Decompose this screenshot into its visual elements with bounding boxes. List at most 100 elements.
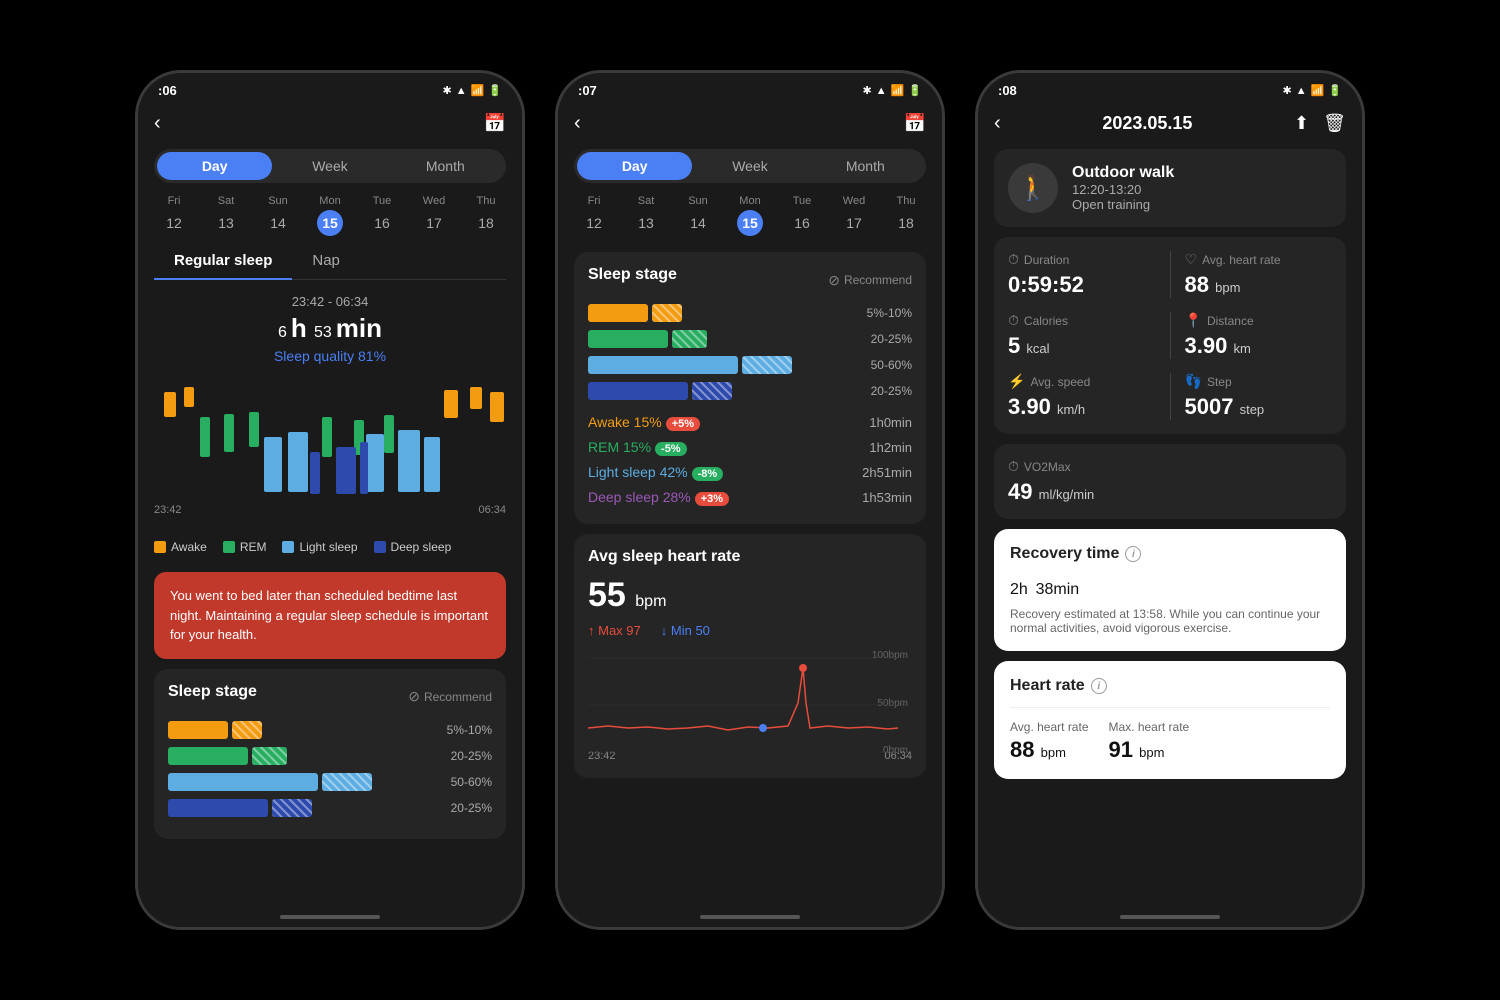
light-pct: 50-60% <box>437 775 492 789</box>
date-item[interactable]: Fri 12 <box>161 195 187 236</box>
tab-week-2[interactable]: Week <box>692 152 807 180</box>
calendar-button-2[interactable]: 📅 <box>904 113 926 134</box>
date-item[interactable]: Sat 13 <box>633 195 659 236</box>
back-button-2[interactable]: ‹ <box>574 112 581 135</box>
phone3-content: ‹ 2023.05.15 ⬆ 🗑 🚶 Outdoor walk 12:20-13… <box>978 104 1362 907</box>
hr-min: ↓ Min 50 <box>661 623 710 638</box>
legend-awake-color <box>154 541 166 553</box>
rem-badge: -5% <box>655 442 687 456</box>
stage-row-light: 50-60% <box>168 773 492 791</box>
date-item[interactable]: Sun 14 <box>685 195 711 236</box>
avg-hr-item: Avg. heart rate 88 bpm <box>1010 720 1089 763</box>
deep-badge: +3% <box>695 492 729 506</box>
deep-bar-solid-2 <box>588 382 688 400</box>
hr-value: 55 bpm <box>588 576 912 615</box>
workout-type: Open training <box>1072 197 1174 212</box>
sleep-stage-card-1: Sleep stage ⊘ Recommend 5%-10% <box>154 669 506 839</box>
home-bar-3 <box>1120 915 1220 919</box>
duration-value: 0:59:52 <box>1008 272 1156 298</box>
workout-details: Outdoor walk 12:20-13:20 Open training <box>1072 164 1174 212</box>
deep-pct-2: 20-25% <box>857 384 912 398</box>
date-item[interactable]: Tue 16 <box>369 195 395 236</box>
chart-start-time: 23:42 <box>154 504 182 516</box>
app-header-2: ‹ 📅 <box>558 104 942 143</box>
hr-info-icon[interactable]: i <box>1091 678 1107 694</box>
sleep-stage-card-2: Sleep stage ⊘ Recommend 5%-10% 20-25% <box>574 252 926 524</box>
status-icons-1: ✱▲📶🔋 <box>442 84 502 97</box>
delete-icon[interactable]: 🗑 <box>1323 113 1346 134</box>
tab-week-1[interactable]: Week <box>272 152 387 180</box>
status-icons-3: ✱▲📶🔋 <box>1282 84 1342 97</box>
tab-day-2[interactable]: Day <box>577 152 692 180</box>
recovery-value: 2h 38min <box>1010 569 1330 601</box>
workout-info-card: 🚶 Outdoor walk 12:20-13:20 Open training <box>994 149 1346 227</box>
tab-day-1[interactable]: Day <box>157 152 272 180</box>
rem-pct-2: 20-25% <box>857 332 912 346</box>
awake-badge: +5% <box>666 417 700 431</box>
date-item[interactable]: Wed 17 <box>841 195 867 236</box>
stat-distance: 📍 Distance 3.90 km <box>1185 312 1333 359</box>
back-button-3[interactable]: ‹ <box>994 112 1001 135</box>
max-hr-card-label: Max. heart rate <box>1109 720 1190 734</box>
date-item[interactable]: Thu 18 <box>473 195 499 236</box>
date-item[interactable]: Thu 18 <box>893 195 919 236</box>
calendar-button-1[interactable]: 📅 <box>484 113 506 134</box>
date-item[interactable]: Tue 16 <box>789 195 815 236</box>
calories-value: 5 kcal <box>1008 333 1156 359</box>
steps-icon: 👣 <box>1185 373 1202 390</box>
sleep-stage-header: Sleep stage ⊘ Recommend <box>168 683 492 711</box>
share-icon[interactable]: ⬆ <box>1294 113 1309 134</box>
deep-time: 1h53min <box>862 490 912 505</box>
tab-selector-2: Day Week Month <box>574 149 926 183</box>
hr-minmax: ↑ Max 97 ↓ Min 50 <box>588 623 912 638</box>
max-hr-item: Max. heart rate 91 bpm <box>1109 720 1190 763</box>
recovery-subtitle: Recovery estimated at 13:58. While you c… <box>1010 607 1330 635</box>
awake-bar-solid <box>168 721 228 739</box>
tab-month-2[interactable]: Month <box>808 152 923 180</box>
location-icon: 📍 <box>1185 312 1202 329</box>
vo2-icon: ⏱ <box>1008 458 1019 475</box>
status-time-1: :06 <box>158 83 177 98</box>
workout-date: 2023.05.15 <box>1102 113 1192 134</box>
sleep-stage-title-2: Sleep stage <box>588 266 677 284</box>
section-tabs-1: Regular sleep Nap <box>154 242 506 280</box>
home-bar-2 <box>700 915 800 919</box>
chart-time-labels-1: 23:42 06:34 <box>154 502 506 518</box>
app-header-1: ‹ 📅 <box>138 104 522 143</box>
svg-text:0bpm: 0bpm <box>883 745 908 756</box>
date-item-today-2[interactable]: Mon 15 <box>737 195 763 236</box>
heart-icon: ♡ <box>1185 251 1198 268</box>
deep-pct: 20-25% <box>437 801 492 815</box>
sleep-duration: 6h 53min <box>154 313 506 344</box>
tab-nap[interactable]: Nap <box>292 242 360 279</box>
rem-bar-hatch <box>252 747 287 765</box>
sleep-hours: 6 <box>278 324 287 341</box>
clock-icon: ⏱ <box>1008 251 1019 268</box>
date-item[interactable]: Fri 12 <box>581 195 607 236</box>
sleep-stage-title: Sleep stage <box>168 683 257 701</box>
rem-time: 1h2min <box>869 440 912 455</box>
stats-row-2: ⏱ Calories 5 kcal 📍 Distance 3.90 <box>1008 312 1332 359</box>
tab-month-1[interactable]: Month <box>388 152 503 180</box>
stat-row-rem: REM 15%-5% 1h2min <box>588 435 912 460</box>
recovery-info-icon[interactable]: i <box>1125 546 1141 562</box>
stats-grid: ⏱ Duration 0:59:52 ♡ Avg. heart rate 88 <box>994 237 1346 434</box>
date-item[interactable]: Sun 14 <box>265 195 291 236</box>
stage-row-deep: 20-25% <box>168 799 492 817</box>
home-bar-1 <box>280 915 380 919</box>
legend-light: Light sleep <box>282 540 357 554</box>
date-item-today[interactable]: Mon 15 <box>317 195 343 236</box>
back-button-1[interactable]: ‹ <box>154 112 161 135</box>
legend-awake: Awake <box>154 540 207 554</box>
stage-row-awake-2: 5%-10% <box>588 304 912 322</box>
date-item[interactable]: Wed 17 <box>421 195 447 236</box>
light-time: 2h51min <box>862 465 912 480</box>
date-item[interactable]: Sat 13 <box>213 195 239 236</box>
status-bar-3: :08 ✱▲📶🔋 <box>978 73 1362 104</box>
avg-hr-card-label: Avg. heart rate <box>1010 720 1089 734</box>
deep-bar-hatch-2 <box>692 382 732 400</box>
date-row-2: Fri 12 Sat 13 Sun 14 Mon 15 Tue 16 Wed 1… <box>558 189 942 242</box>
sleep-chart-1: 23:42 06:34 <box>138 372 522 532</box>
stat-avg-speed: ⚡ Avg. speed 3.90 km/h <box>1008 373 1156 420</box>
tab-regular-sleep[interactable]: Regular sleep <box>154 242 292 279</box>
